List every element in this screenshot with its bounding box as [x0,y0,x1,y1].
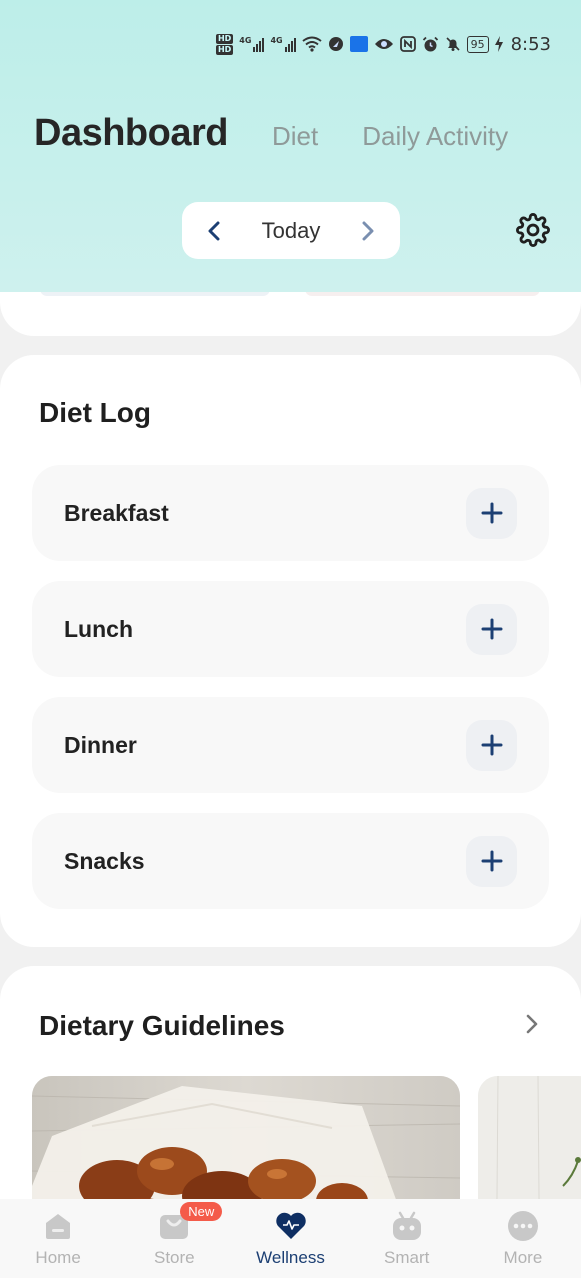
tab-daily-activity[interactable]: Daily Activity [362,121,508,152]
nfc-icon [399,36,416,52]
location-icon [328,36,344,52]
diet-log-card: Diet Log Breakfast Lunch Dinner Snacks [0,355,581,947]
new-badge: New [180,1202,223,1221]
date-label: Today [261,217,321,243]
meal-row-lunch[interactable]: Lunch [32,581,549,677]
nav-smart-label: Smart [384,1248,430,1267]
plus-icon [481,618,502,640]
status-bar: HD HD 4G 4G 95 8:53 [215,26,551,62]
network-label-2: 4G [270,36,283,45]
home-icon [41,1210,75,1242]
battery-icon: 95 [466,35,489,53]
meal-label: Breakfast [64,499,169,526]
header: HD HD 4G 4G 95 8:53 Dashboard Diet Daily… [0,0,581,292]
clock-time: 8:53 [510,33,551,55]
robot-icon [390,1210,424,1242]
date-navigator: Today [182,202,400,259]
add-snacks-button[interactable] [466,835,517,887]
add-breakfast-button[interactable] [466,487,517,539]
dietary-guidelines-title: Dietary Guidelines [39,1010,285,1041]
add-lunch-button[interactable] [466,603,517,655]
meal-row-breakfast[interactable]: Breakfast [32,465,549,561]
plus-icon [481,502,502,524]
hd-icon: HD HD [215,33,234,55]
mute-icon [445,36,461,52]
meal-label: Dinner [64,731,137,758]
signal-icon: 4G [239,36,265,52]
nav-wellness[interactable]: Wellness [232,1199,348,1278]
tab-dashboard[interactable]: Dashboard [34,112,228,155]
more-icon [506,1210,540,1242]
heart-icon [274,1210,308,1242]
diet-log-title: Diet Log [39,397,151,428]
add-dinner-button[interactable] [466,719,517,771]
eye-icon [374,37,394,51]
nav-wellness-label: Wellness [256,1248,325,1267]
nav-more-label: More [503,1248,543,1267]
meal-row-dinner[interactable]: Dinner [32,697,549,793]
alarm-icon [422,36,439,53]
nav-store[interactable]: New Store [116,1199,232,1278]
top-tabs: Dashboard Diet Daily Activity [34,112,508,155]
nav-home[interactable]: Home [0,1199,116,1278]
gear-icon[interactable] [514,211,552,249]
chevron-right-icon[interactable] [520,1012,544,1036]
signal-icon-2: 4G [270,36,296,52]
nav-store-label: Store [153,1248,195,1267]
meal-row-snacks[interactable]: Snacks [32,813,549,909]
plus-icon [481,850,502,872]
chevron-right-icon[interactable] [358,221,378,241]
wifi-icon [301,36,322,52]
tab-diet[interactable]: Diet [272,121,318,152]
meal-label: Snacks [64,847,145,874]
network-label: 4G [239,36,252,45]
app-notification-icon [349,36,368,52]
bottom-navigation: Home New Store Wellness Smart More [0,1199,581,1278]
charging-icon [494,36,503,52]
nav-more[interactable]: More [465,1199,581,1278]
nav-smart[interactable]: Smart [349,1199,465,1278]
plus-icon [481,734,502,756]
nav-home-label: Home [35,1248,81,1267]
meal-label: Lunch [64,615,133,642]
chevron-left-icon[interactable] [204,221,224,241]
